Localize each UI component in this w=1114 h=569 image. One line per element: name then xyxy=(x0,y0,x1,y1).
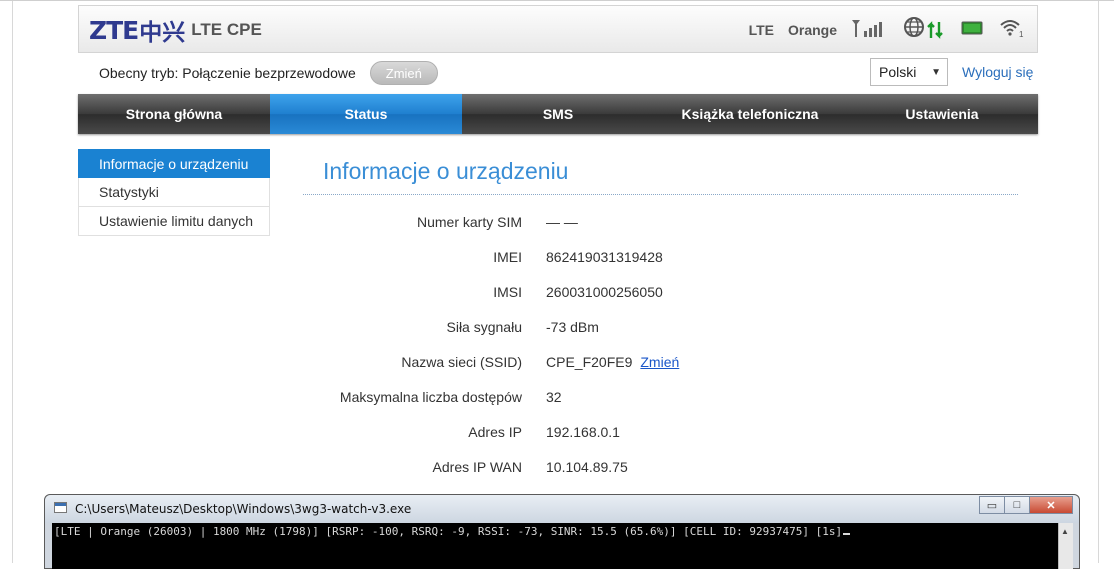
signal-icon xyxy=(851,18,889,43)
zte-logo: ZTE 中兴 LTE CPE xyxy=(89,15,262,47)
page-border-left xyxy=(12,1,13,563)
operator-name: Orange xyxy=(787,22,837,38)
dropdown-arrow-icon: ▼ xyxy=(931,67,941,78)
info-row: Siła sygnału -73 dBm xyxy=(303,319,1018,339)
info-row: Maksymalna liczba dostępów 32 xyxy=(303,389,1018,409)
info-value-ssid: CPE_F20FE9 Zmień xyxy=(546,354,679,370)
globe-icon xyxy=(903,16,947,45)
info-value: 192.168.0.1 xyxy=(546,424,620,440)
logo-chinese-text: 中兴 xyxy=(139,20,186,46)
info-row: IMSI 260031000256050 xyxy=(303,284,1018,304)
console-titlebar[interactable]: C:\Users\Mateusz\Desktop\Windows\3wg3-wa… xyxy=(45,495,1079,523)
info-value: 260031000256050 xyxy=(546,284,663,300)
console-app-icon xyxy=(54,502,67,513)
cursor-icon xyxy=(843,533,851,535)
change-mode-button[interactable]: Zmień xyxy=(369,61,438,85)
title-divider xyxy=(303,194,1018,195)
main-nav: Strona główna Status SMS Książka telefon… xyxy=(78,94,1038,134)
nav-status[interactable]: Status xyxy=(270,94,462,134)
wifi-icon: 1 xyxy=(999,17,1025,44)
router-header: ZTE 中兴 LTE CPE LTE Orange 1 xyxy=(78,5,1038,53)
browser-page: ZTE 中兴 LTE CPE LTE Orange 1 Obecny tryb:… xyxy=(0,0,1114,569)
menu-statistics[interactable]: Statystyki xyxy=(78,178,270,207)
info-row: Nazwa sieci (SSID) CPE_F20FE9 Zmień xyxy=(303,354,1018,374)
nav-settings[interactable]: Ustawienia xyxy=(846,94,1038,134)
product-name: LTE CPE xyxy=(191,20,262,39)
menu-device-info[interactable]: Informacje o urządzeniu xyxy=(78,149,270,178)
change-ssid-link[interactable]: Zmień xyxy=(640,354,679,370)
info-row: IMEI 862419031319428 xyxy=(303,249,1018,269)
info-label: IMSI xyxy=(493,284,522,300)
info-label: Numer karty SIM xyxy=(416,214,522,230)
battery-icon xyxy=(961,20,985,41)
logo-zte-text: ZTE xyxy=(89,15,139,45)
status-indicators: LTE Orange 1 xyxy=(749,6,1025,54)
minimize-button[interactable]: ▭ xyxy=(979,496,1005,514)
page-border-right xyxy=(1098,1,1099,563)
info-label: IMEI xyxy=(493,249,522,265)
info-label: Maksymalna liczba dostępów xyxy=(339,389,522,405)
info-row: Adres IP 192.168.0.1 xyxy=(303,424,1018,444)
console-line-text: [LTE | Orange (26003) | 1800 MHz (1798)]… xyxy=(54,525,843,538)
info-row: Adres IP WAN 10.104.89.75 xyxy=(303,459,1018,479)
menu-data-limit[interactable]: Ustawienie limitu danych xyxy=(78,207,270,236)
info-value: -73 dBm xyxy=(546,319,599,335)
logout-link[interactable]: Wyloguj się xyxy=(962,64,1033,80)
console-output[interactable]: [LTE | Orange (26003) | 1800 MHz (1798)]… xyxy=(52,523,1060,569)
connection-mode-row: Obecny tryb: Połączenie bezprzewodowe Zm… xyxy=(99,61,438,85)
console-title: C:\Users\Mateusz\Desktop\Windows\3wg3-wa… xyxy=(75,502,412,516)
console-window[interactable]: C:\Users\Mateusz\Desktop\Windows\3wg3-wa… xyxy=(44,494,1080,569)
console-line: [LTE | Orange (26003) | 1800 MHz (1798)]… xyxy=(54,525,851,538)
wifi-clients-count: 1 xyxy=(1019,30,1024,39)
info-label: Siła sygnału xyxy=(446,319,523,335)
maximize-button[interactable]: □ xyxy=(1004,496,1030,514)
connection-mode-label: Obecny tryb: Połączenie bezprzewodowe xyxy=(99,65,356,81)
info-value: 862419031319428 xyxy=(546,249,663,265)
nav-phonebook[interactable]: Książka telefoniczna xyxy=(654,94,846,134)
language-selected: Polski xyxy=(879,64,917,80)
network-type: LTE xyxy=(748,22,774,38)
info-label: Nazwa sieci (SSID) xyxy=(401,354,522,370)
close-button[interactable]: ✕ xyxy=(1029,496,1073,514)
info-value: 10.104.89.75 xyxy=(546,459,628,475)
language-select[interactable]: Polski ▼ xyxy=(870,58,948,86)
left-menu: Informacje o urządzeniu Statystyki Ustaw… xyxy=(78,149,270,236)
window-controls: ▭ □ ✕ xyxy=(979,496,1073,514)
nav-sms[interactable]: SMS xyxy=(462,94,654,134)
info-row: Numer karty SIM — — xyxy=(303,214,1018,234)
info-value: — — xyxy=(546,214,578,230)
scroll-up-icon[interactable]: ▲ xyxy=(1061,527,1069,536)
info-label: Adres IP WAN xyxy=(432,459,522,475)
ssid-value: CPE_F20FE9 xyxy=(546,354,633,370)
console-scrollbar[interactable]: ▲ xyxy=(1058,523,1073,569)
nav-home[interactable]: Strona główna xyxy=(78,94,270,134)
data-arrows-icon xyxy=(927,20,943,39)
info-label: Adres IP xyxy=(468,424,522,440)
page-title: Informacje o urządzeniu xyxy=(323,158,569,184)
info-value: 32 xyxy=(546,389,562,405)
